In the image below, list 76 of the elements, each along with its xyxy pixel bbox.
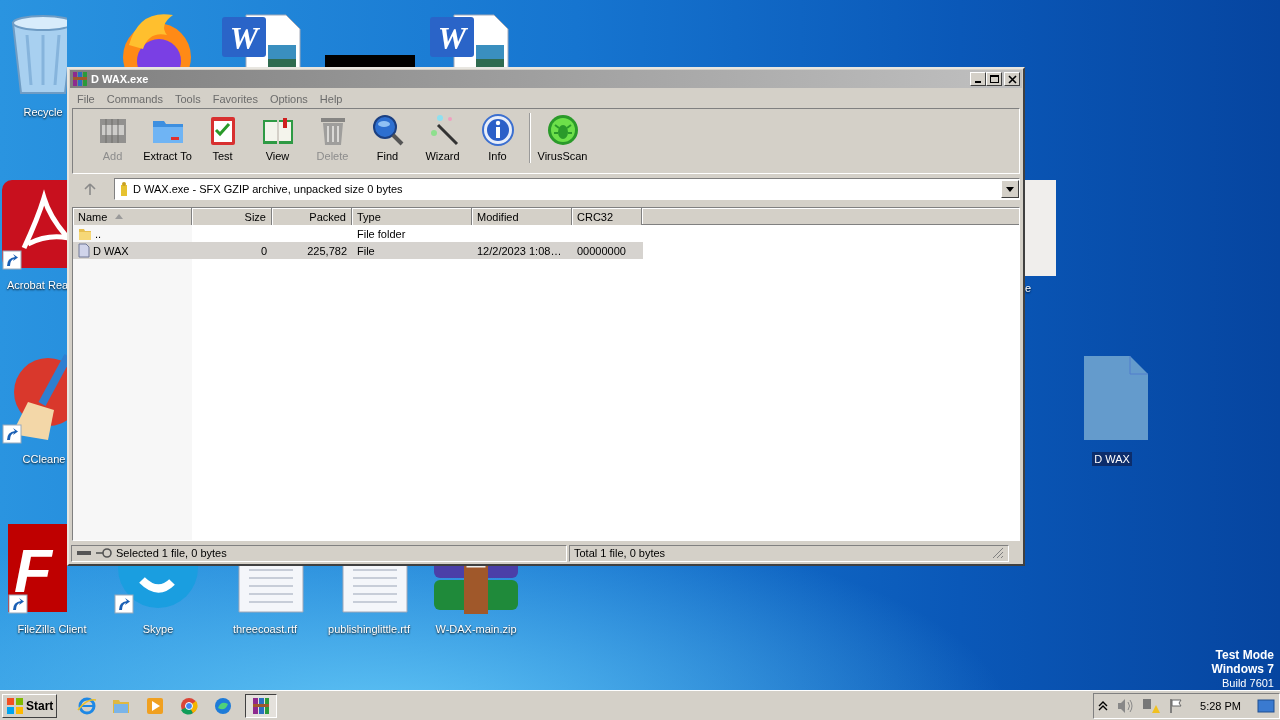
file-icon (78, 243, 90, 258)
table-cell: 0 (260, 244, 267, 257)
flag-icon[interactable] (1168, 697, 1185, 714)
menu-item[interactable]: Favorites (206, 92, 264, 105)
icon-label[interactable]: e (1025, 282, 1032, 294)
windows-flag-icon (6, 696, 24, 715)
archive-zipper-icon (119, 181, 129, 197)
key-icon (96, 548, 112, 558)
column-header[interactable]: Modified (472, 208, 572, 225)
network-warning-icon[interactable] (1142, 697, 1161, 714)
clock-text[interactable]: 5:28 PM (1200, 699, 1241, 712)
play-icon (145, 695, 166, 716)
icon-label[interactable]: D WAX (1092, 452, 1132, 466)
up-arrow-icon (83, 182, 97, 196)
table-cell: .. (95, 227, 102, 240)
maximize-button[interactable] (986, 72, 1002, 86)
column-header[interactable]: CRC32 (572, 208, 642, 225)
table-cell: 00000000 (577, 244, 626, 257)
column-header[interactable]: Type (352, 208, 472, 225)
caret-icon (1006, 186, 1014, 192)
round-browser-icon (179, 695, 200, 716)
status-text: Selected 1 file, 0 bytes (116, 547, 227, 559)
folder-icon (78, 226, 92, 241)
table-cell: D WAX (93, 244, 129, 257)
taskbar-app-button[interactable] (245, 693, 278, 718)
window-title: D WAX.exe (91, 73, 150, 85)
address-text: D WAX.exe - SFX GZIP archive, unpacked size 0 bytes (133, 183, 404, 195)
close-icon (1007, 74, 1017, 84)
toolbar-button[interactable]: VirusScan (535, 113, 590, 162)
menu-item[interactable]: Help (313, 92, 349, 105)
chevron-up-icon[interactable] (1098, 699, 1109, 712)
system-notice-text: Build 7601 (1222, 676, 1274, 690)
toolbar-button[interactable]: Extract To (140, 113, 195, 162)
toolbar-button[interactable]: Wizard (415, 113, 470, 162)
column-header[interactable]: Size (192, 208, 272, 225)
drive-icon (76, 549, 92, 557)
pdf-app-icon[interactable] (0, 178, 67, 270)
maximize-icon (989, 75, 999, 83)
info-icon (480, 113, 515, 147)
table-cell: 12/2/2023 1:08… (477, 244, 562, 257)
selected-row[interactable]: D WAX 0 225,782 File 12/2/2023 1:08… 00000000 (73, 242, 643, 259)
column-header[interactable]: Packed (272, 208, 352, 225)
table-cell: File (357, 244, 375, 257)
start-button[interactable]: Start (2, 693, 58, 718)
dropdown-button[interactable] (1001, 180, 1019, 198)
menu-item[interactable]: Commands (100, 92, 169, 105)
toolbar-button[interactable]: Test (195, 113, 250, 162)
sort-arrow-icon (115, 214, 124, 219)
column-header[interactable]: Name (73, 208, 192, 225)
search-icon (370, 113, 405, 147)
toolbar-button[interactable]: View (250, 113, 305, 162)
system-notice-text: Test Mode (1215, 648, 1274, 662)
desktop-icon-tile[interactable] (1025, 180, 1056, 276)
file-row[interactable]: .. File folder (73, 225, 643, 242)
speaker-icon[interactable] (1116, 697, 1135, 714)
close-button[interactable] (1004, 72, 1020, 86)
bug-icon (545, 113, 580, 147)
menu-item[interactable]: Tools (169, 92, 207, 105)
status-text: Total 1 file, 0 bytes (574, 547, 666, 559)
menu-item[interactable]: File (71, 92, 101, 105)
minimize-icon (975, 81, 981, 83)
table-cell: 225,782 (307, 244, 347, 257)
minimize-button[interactable] (970, 72, 986, 86)
fz-app-icon[interactable]: F (6, 522, 67, 614)
books-icon (251, 695, 272, 716)
system-notice-text: Windows 7 (1211, 662, 1274, 676)
table-cell: File folder (357, 227, 406, 240)
menu-item[interactable]: Options (263, 92, 314, 105)
address-combo[interactable]: D WAX.exe - SFX GZIP archive, unpacked size 0 bytes (114, 178, 1020, 200)
show-desktop-icon[interactable] (1257, 697, 1275, 714)
resize-grip-icon[interactable] (992, 547, 1004, 559)
toolbar-button[interactable]: Find (360, 113, 415, 162)
toolbar-button[interactable]: Info (470, 113, 525, 162)
globe-e-icon (77, 695, 98, 716)
wave-browser-icon (213, 695, 234, 716)
archive-app-icon (72, 71, 88, 87)
